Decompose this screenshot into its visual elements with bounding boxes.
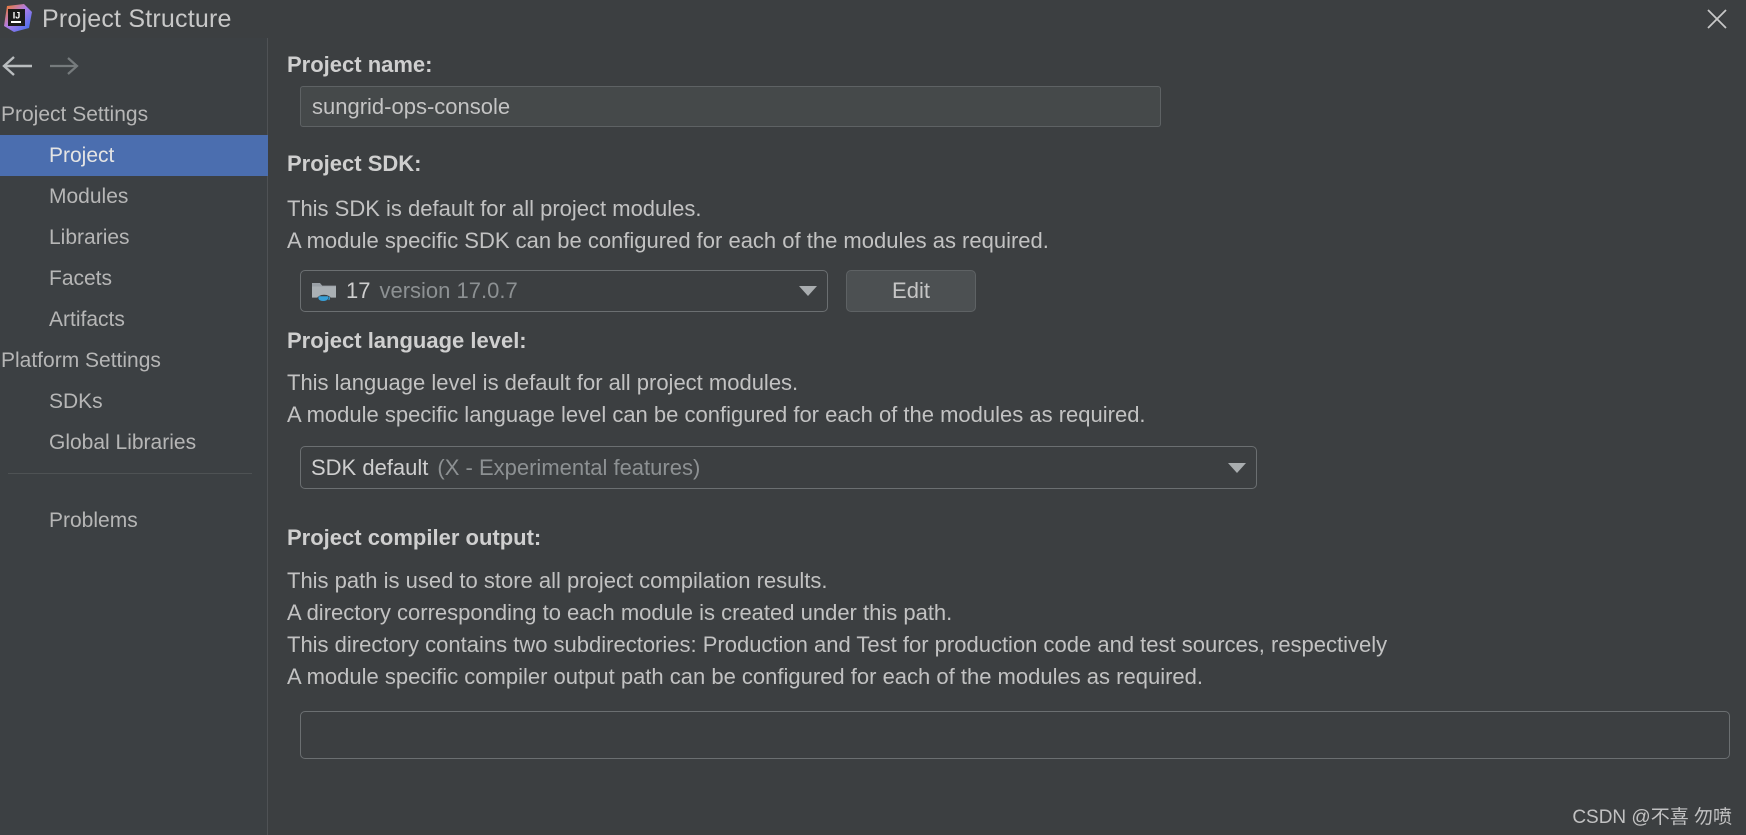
project-sdk-description-line-2: A module specific SDK can be configured … bbox=[287, 228, 1049, 253]
navigation-arrows bbox=[0, 38, 268, 94]
csdn-watermark: CSDN @不喜 勿喷 bbox=[1572, 807, 1732, 828]
sidebar-divider bbox=[8, 473, 252, 474]
project-sdk-selected-version: version 17.0.7 bbox=[379, 278, 518, 303]
edit-sdk-button[interactable]: Edit bbox=[846, 270, 976, 312]
sidebar-nav-list: Project Settings Project Modules Librari… bbox=[0, 94, 268, 541]
sidebar: Project Settings Project Modules Librari… bbox=[0, 38, 268, 835]
sidebar-item-facets[interactable]: Facets bbox=[0, 258, 268, 299]
compiler-output-description-line-1: This path is used to store all project c… bbox=[287, 568, 828, 593]
language-level-description-line-2: A module specific language level can be … bbox=[287, 402, 1146, 427]
window-title: Project Structure bbox=[42, 5, 232, 33]
sidebar-item-problems[interactable]: Problems bbox=[0, 500, 268, 541]
sidebar-group-platform-settings: Platform Settings bbox=[1, 348, 161, 372]
intellij-idea-logo-icon: IJ bbox=[4, 4, 32, 32]
project-name-label: Project name: bbox=[287, 52, 433, 77]
sidebar-item-global-libraries[interactable]: Global Libraries bbox=[0, 422, 268, 463]
sidebar-item-artifacts[interactable]: Artifacts bbox=[0, 299, 268, 340]
project-sdk-dropdown[interactable]: 17 version 17.0.7 bbox=[300, 270, 828, 312]
close-icon[interactable] bbox=[1694, 0, 1740, 38]
language-level-description-line-1: This language level is default for all p… bbox=[287, 370, 799, 395]
compiler-output-description-line-2: A directory corresponding to each module… bbox=[287, 600, 953, 625]
chevron-down-icon bbox=[799, 286, 817, 296]
sidebar-item-modules[interactable]: Modules bbox=[0, 176, 268, 217]
project-name-input[interactable]: sungrid-ops-console bbox=[300, 86, 1161, 127]
compiler-output-description-line-3: This directory contains two subdirectori… bbox=[287, 632, 1388, 657]
title-bar: IJ Project Structure bbox=[0, 0, 1746, 38]
java-sdk-folder-icon bbox=[311, 279, 337, 304]
compiler-output-description-line-4: A module specific compiler output path c… bbox=[287, 664, 1203, 689]
project-structure-dialog: IJ Project Structure Project Settings Pr… bbox=[0, 0, 1746, 835]
project-language-level-label: Project language level: bbox=[287, 328, 527, 353]
project-sdk-description-line-1: This SDK is default for all project modu… bbox=[287, 196, 702, 221]
project-compiler-output-label: Project compiler output: bbox=[287, 525, 542, 550]
sidebar-group-project-settings: Project Settings bbox=[1, 102, 149, 126]
sidebar-item-project[interactable]: Project bbox=[0, 135, 268, 176]
main-panel: Project name: sungrid-ops-console Projec… bbox=[269, 38, 1746, 835]
project-sdk-selected-name: 17 bbox=[346, 278, 371, 303]
language-level-selected-note: (X - Experimental features) bbox=[437, 454, 701, 480]
sidebar-item-sdks[interactable]: SDKs bbox=[0, 381, 268, 422]
language-level-selected-name: SDK default bbox=[311, 454, 429, 480]
project-sdk-label: Project SDK: bbox=[287, 151, 422, 176]
chevron-down-icon bbox=[1228, 462, 1246, 473]
compiler-output-path-input[interactable] bbox=[300, 711, 1730, 759]
arrow-right-icon[interactable] bbox=[46, 50, 82, 82]
svg-text:IJ: IJ bbox=[13, 11, 21, 21]
sidebar-item-libraries[interactable]: Libraries bbox=[0, 217, 268, 258]
project-language-level-dropdown[interactable]: SDK default (X - Experimental features) bbox=[300, 446, 1257, 489]
arrow-left-icon[interactable] bbox=[0, 50, 36, 82]
